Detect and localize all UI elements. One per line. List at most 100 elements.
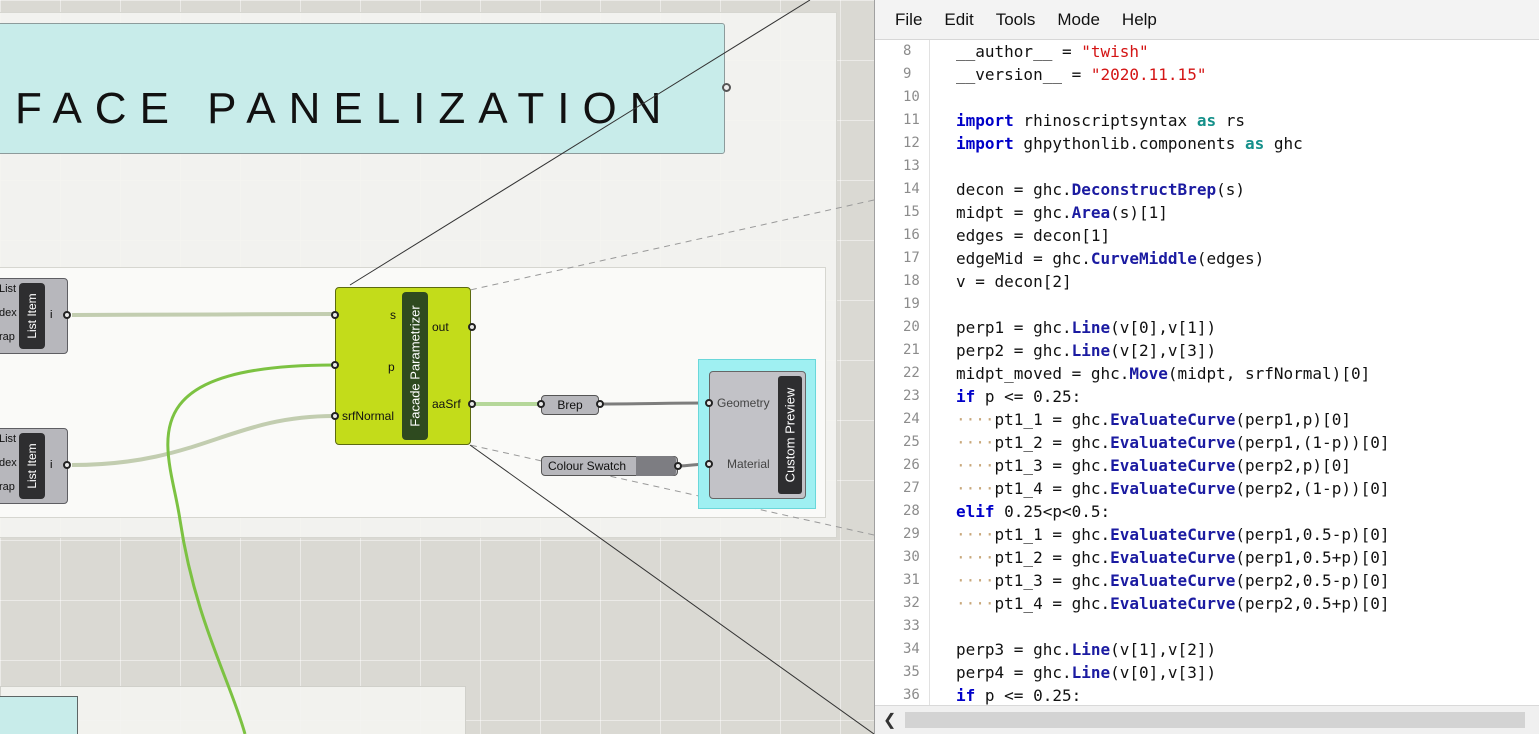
code-line[interactable]: 30 ····pt1_2 = ghc.EvaluateCurve(perp1,0.… — [875, 546, 1539, 569]
code-line[interactable]: 36 if p <= 0.25: — [875, 684, 1539, 705]
code-text[interactable]: decon = ghc.DeconstructBrep(s) — [956, 178, 1245, 201]
horizontal-scrollbar[interactable]: ❮ — [875, 705, 1539, 734]
code-line[interactable]: 32 ····pt1_4 = ghc.EvaluateCurve(perp2,0.… — [875, 592, 1539, 615]
material-input-port[interactable] — [705, 460, 713, 468]
code-text[interactable]: import ghpythonlib.components as ghc — [956, 132, 1303, 155]
code-text[interactable]: ····pt1_4 = ghc.EvaluateCurve(perp2,0.5+… — [956, 592, 1389, 615]
line-number: 28 — [903, 503, 920, 519]
custom-preview-component[interactable]: Geometry Material Custom Preview — [705, 371, 806, 499]
code-line[interactable]: 22 midpt_moved = ghc.Move(midpt, srfNorma… — [875, 362, 1539, 385]
list-item-title: List Item — [19, 433, 45, 499]
code-text[interactable]: ····pt1_2 = ghc.EvaluateCurve(perp1,(1-p… — [956, 431, 1389, 454]
code-text[interactable]: if p <= 0.25: — [956, 684, 1081, 705]
colour-swatch-color[interactable] — [636, 456, 676, 476]
menu-edit[interactable]: Edit — [944, 10, 973, 30]
code-text[interactable]: midpt = ghc.Area(s)[1] — [956, 201, 1168, 224]
line-number: 29 — [903, 526, 920, 542]
code-line[interactable]: 18 v = decon[2] — [875, 270, 1539, 293]
code-line[interactable]: 27 ····pt1_4 = ghc.EvaluateCurve(perp2,(1… — [875, 477, 1539, 500]
line-number: 31 — [903, 572, 920, 588]
s-input-port[interactable] — [331, 311, 339, 319]
menu-mode[interactable]: Mode — [1057, 10, 1100, 30]
code-line[interactable]: 35 perp4 = ghc.Line(v[0],v[3]) — [875, 661, 1539, 684]
code-line[interactable]: 16 edges = decon[1] — [875, 224, 1539, 247]
code-text[interactable]: edges = decon[1] — [956, 224, 1110, 247]
line-number: 25 — [903, 434, 920, 450]
code-line[interactable]: 13 — [875, 155, 1539, 178]
code-text[interactable]: ····pt1_3 = ghc.EvaluateCurve(perp2,p)[0… — [956, 454, 1351, 477]
item-output-port[interactable] — [63, 461, 71, 469]
code-line[interactable]: 14 decon = ghc.DeconstructBrep(s) — [875, 178, 1539, 201]
code-line[interactable]: 19 — [875, 293, 1539, 316]
colour-output-port[interactable] — [674, 462, 682, 470]
code-line[interactable]: 12 import ghpythonlib.components as ghc — [875, 132, 1539, 155]
code-text[interactable]: elif 0.25<p<0.5: — [956, 500, 1110, 523]
code-line[interactable]: 15 midpt = ghc.Area(s)[1] — [875, 201, 1539, 224]
code-line[interactable]: 10 — [875, 86, 1539, 109]
code-area[interactable]: 8 __author__ = "twish" 9 __version__ = "202… — [875, 40, 1539, 705]
geometry-input-port[interactable] — [705, 399, 713, 407]
code-line[interactable]: 21 perp2 = ghc.Line(v[2],v[3]) — [875, 339, 1539, 362]
aasrf-output-port[interactable] — [468, 400, 476, 408]
line-number: 20 — [903, 319, 920, 335]
code-text[interactable]: ····pt1_2 = ghc.EvaluateCurve(perp1,0.5+… — [956, 546, 1389, 569]
code-text[interactable]: ····pt1_4 = ghc.EvaluateCurve(perp2,(1-p… — [956, 477, 1389, 500]
chevron-left-icon[interactable]: ❮ — [883, 710, 896, 730]
code-text[interactable]: ····pt1_1 = ghc.EvaluateCurve(perp1,0.5-… — [956, 523, 1389, 546]
list-item-component-1[interactable]: List dex rap List Item i — [0, 278, 71, 354]
code-line[interactable]: 29 ····pt1_1 = ghc.EvaluateCurve(perp1,0.… — [875, 523, 1539, 546]
menu-tools[interactable]: Tools — [996, 10, 1036, 30]
s-input-label: s — [390, 308, 396, 322]
code-line[interactable]: 34 perp3 = ghc.Line(v[1],v[2]) — [875, 638, 1539, 661]
facade-title: Facade Parametrizer — [402, 292, 428, 440]
menu-file[interactable]: File — [895, 10, 922, 30]
brep-output-port[interactable] — [596, 400, 604, 408]
scrollbar-thumb[interactable] — [905, 712, 1525, 728]
out-output-port[interactable] — [468, 323, 476, 331]
grasshopper-canvas[interactable]: FACE PANELIZATION List dex rap List Item… — [0, 0, 874, 734]
code-text[interactable]: midpt_moved = ghc.Move(midpt, srfNormal)… — [956, 362, 1370, 385]
script-editor[interactable]: File Edit Tools Mode Help 8 __author__ = … — [874, 0, 1539, 734]
aasrf-output-label: aaSrf — [432, 397, 461, 411]
green-wire — [166, 363, 335, 734]
code-line[interactable]: 23 if p <= 0.25: — [875, 385, 1539, 408]
code-line[interactable]: 9 __version__ = "2020.11.15" — [875, 63, 1539, 86]
brep-param[interactable]: Brep — [541, 395, 599, 415]
code-text[interactable]: __author__ = "twish" — [956, 40, 1149, 63]
code-text[interactable]: perp4 = ghc.Line(v[0],v[3]) — [956, 661, 1216, 684]
facade-parametrizer-component[interactable]: s p srfNormal Facade Parametrizer out aa… — [331, 287, 476, 445]
code-line[interactable]: 25 ····pt1_2 = ghc.EvaluateCurve(perp1,(1… — [875, 431, 1539, 454]
code-line[interactable]: 31 ····pt1_3 = ghc.EvaluateCurve(perp2,0.… — [875, 569, 1539, 592]
code-line[interactable]: 8 __author__ = "twish" — [875, 40, 1539, 63]
code-line[interactable]: 28 elif 0.25<p<0.5: — [875, 500, 1539, 523]
line-number: 17 — [903, 250, 920, 266]
code-line[interactable]: 33 — [875, 615, 1539, 638]
p-input-label: p — [388, 360, 395, 374]
code-text[interactable]: ····pt1_1 = ghc.EvaluateCurve(perp1,p)[0… — [956, 408, 1351, 431]
line-number: 12 — [903, 135, 920, 151]
code-text[interactable]: if p <= 0.25: — [956, 385, 1081, 408]
code-line[interactable]: 17 edgeMid = ghc.CurveMiddle(edges) — [875, 247, 1539, 270]
p-input-port[interactable] — [331, 361, 339, 369]
item-output-port[interactable] — [63, 311, 71, 319]
line-number: 15 — [903, 204, 920, 220]
code-text[interactable]: perp2 = ghc.Line(v[2],v[3]) — [956, 339, 1216, 362]
menu-bar: File Edit Tools Mode Help — [875, 0, 1539, 40]
geometry-input-label: Geometry — [717, 396, 770, 410]
code-line[interactable]: 26 ····pt1_3 = ghc.EvaluateCurve(perp2,p)… — [875, 454, 1539, 477]
code-line[interactable]: 11 import rhinoscriptsyntax as rs — [875, 109, 1539, 132]
code-text[interactable]: v = decon[2] — [956, 270, 1072, 293]
code-text[interactable]: edgeMid = ghc.CurveMiddle(edges) — [956, 247, 1264, 270]
line-number: 26 — [903, 457, 920, 473]
code-text[interactable]: perp1 = ghc.Line(v[0],v[1]) — [956, 316, 1216, 339]
code-text[interactable]: import rhinoscriptsyntax as rs — [956, 109, 1245, 132]
code-line[interactable]: 24 ····pt1_1 = ghc.EvaluateCurve(perp1,p)… — [875, 408, 1539, 431]
list-item-component-2[interactable]: List dex rap List Item i — [0, 428, 71, 504]
menu-help[interactable]: Help — [1122, 10, 1157, 30]
code-text[interactable]: perp3 = ghc.Line(v[1],v[2]) — [956, 638, 1216, 661]
brep-input-port[interactable] — [537, 400, 545, 408]
srfnormal-input-port[interactable] — [331, 412, 339, 420]
code-text[interactable]: __version__ = "2020.11.15" — [956, 63, 1206, 86]
code-text[interactable]: ····pt1_3 = ghc.EvaluateCurve(perp2,0.5-… — [956, 569, 1389, 592]
code-line[interactable]: 20 perp1 = ghc.Line(v[0],v[1]) — [875, 316, 1539, 339]
